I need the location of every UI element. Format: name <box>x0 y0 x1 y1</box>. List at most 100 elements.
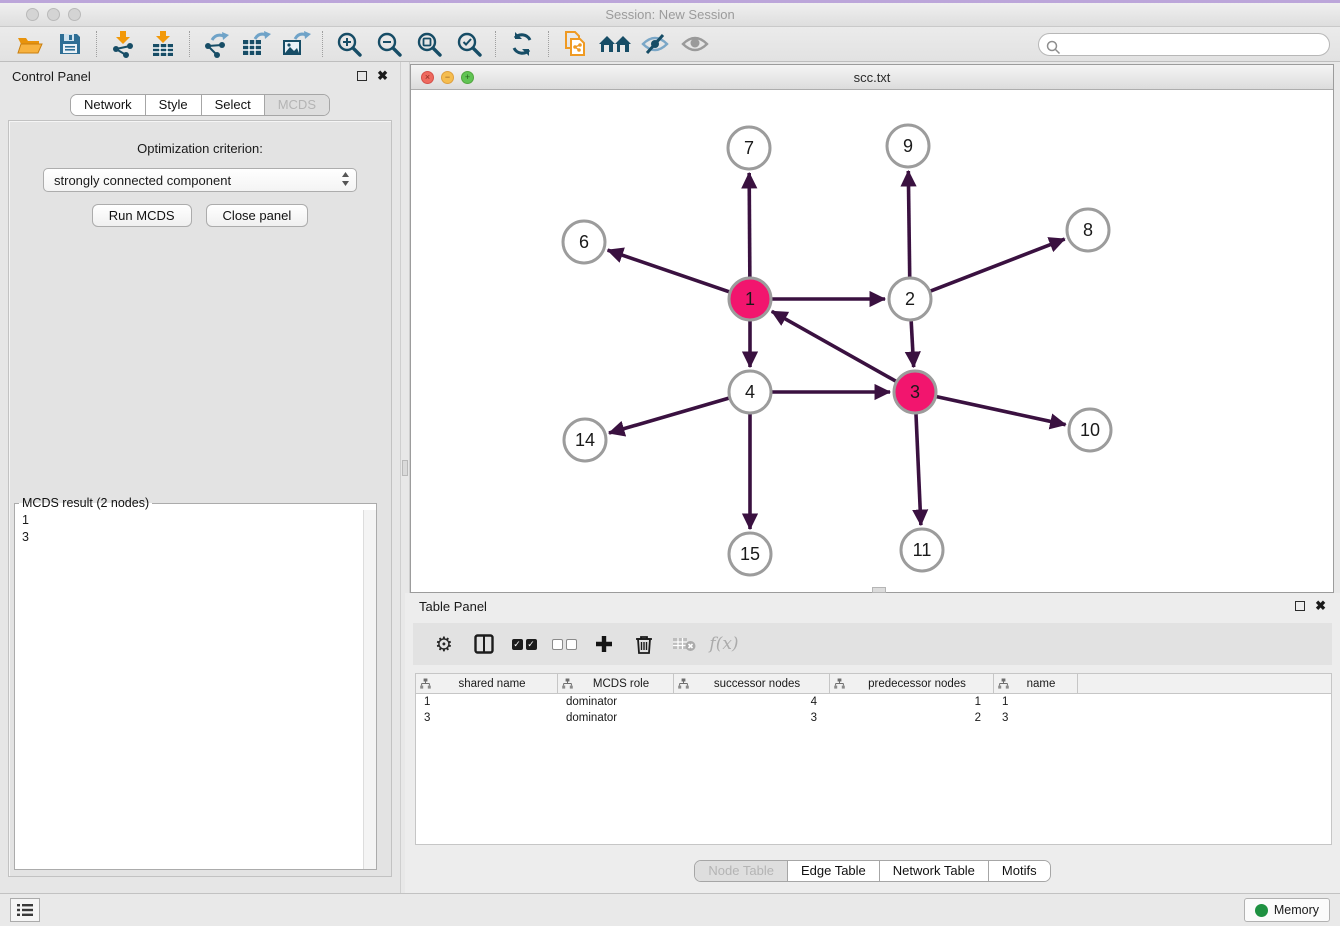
toolbar-separator <box>96 31 97 57</box>
copy-network-button[interactable] <box>555 29 595 59</box>
cell-predecessor-nodes[interactable]: 2 <box>830 712 994 724</box>
close-window-button[interactable] <box>26 8 39 21</box>
show-all-button[interactable] <box>675 29 715 59</box>
export-table-icon <box>241 30 271 58</box>
tab-mcds[interactable]: MCDS <box>264 95 329 115</box>
network-canvas[interactable]: 7968124314101511 <box>411 91 1333 592</box>
settings-gear-button[interactable]: ⚙ <box>429 630 459 658</box>
memory-button[interactable]: Memory <box>1244 898 1330 922</box>
export-image-button[interactable] <box>276 29 316 59</box>
hide-selected-button[interactable] <box>635 29 675 59</box>
node-label-2: 2 <box>905 289 915 309</box>
close-panel-button[interactable]: Close panel <box>206 204 309 227</box>
memory-label: Memory <box>1274 903 1319 917</box>
column-header-successor-nodes[interactable]: successor nodes <box>674 674 830 693</box>
table-row[interactable]: 3dominator323 <box>416 710 1331 726</box>
export-table-button[interactable] <box>236 29 276 59</box>
edge-1-6[interactable] <box>608 250 730 292</box>
edge-1-7[interactable] <box>749 173 750 277</box>
select-all-button[interactable]: ✓✓ <box>509 630 539 658</box>
save-session-button[interactable] <box>50 29 90 59</box>
toolbar-separator <box>495 31 496 57</box>
minimize-window-button[interactable] <box>47 8 60 21</box>
tab-edge-table[interactable]: Edge Table <box>787 861 879 881</box>
zoom-out-button[interactable] <box>369 29 409 59</box>
node-table[interactable]: shared nameMCDS rolesuccessor nodesprede… <box>415 673 1332 845</box>
toolbar-separator <box>322 31 323 57</box>
tab-motifs[interactable]: Motifs <box>988 861 1050 881</box>
attribute-type-icon <box>420 678 431 689</box>
maximize-window-button[interactable] <box>68 8 81 21</box>
first-neighbors-button[interactable] <box>595 29 635 59</box>
network-graph[interactable]: 7968124314101511 <box>411 91 1333 592</box>
export-network-button[interactable] <box>196 29 236 59</box>
result-scrollbar[interactable] <box>363 510 376 869</box>
gear-icon: ⚙ <box>435 634 453 654</box>
refresh-button[interactable] <box>502 29 542 59</box>
cell-shared-name[interactable]: 3 <box>416 712 558 724</box>
float-panel-icon[interactable] <box>357 71 367 81</box>
node-label-3: 3 <box>910 382 920 402</box>
zoom-selected-button[interactable] <box>449 29 489 59</box>
edge-3-1[interactable] <box>772 311 896 381</box>
edge-4-14[interactable] <box>609 398 729 433</box>
cell-successor-nodes[interactable]: 4 <box>674 696 830 708</box>
column-header-predecessor-nodes[interactable]: predecessor nodes <box>830 674 994 693</box>
edge-3-11[interactable] <box>916 414 921 525</box>
zoom-fit-button[interactable] <box>409 29 449 59</box>
close-panel-icon[interactable]: ✖ <box>1315 601 1326 611</box>
deselect-all-button[interactable] <box>549 630 579 658</box>
column-layout-icon <box>474 634 494 654</box>
node-label-15: 15 <box>740 544 760 564</box>
tab-node-table[interactable]: Node Table <box>695 861 787 881</box>
edge-2-8[interactable] <box>931 239 1065 291</box>
cell-successor-nodes[interactable]: 3 <box>674 712 830 724</box>
column-layout-button[interactable] <box>469 630 499 658</box>
cell-MCDS-role[interactable]: dominator <box>558 696 674 708</box>
delete-table-button[interactable] <box>669 630 699 658</box>
float-panel-icon[interactable] <box>1295 601 1305 611</box>
node-label-8: 8 <box>1083 220 1093 240</box>
tab-select[interactable]: Select <box>201 95 264 115</box>
close-panel-icon[interactable]: ✖ <box>377 71 388 81</box>
network-window-titlebar[interactable]: × − + scc.txt <box>411 65 1333 90</box>
cell-shared-name[interactable]: 1 <box>416 696 558 708</box>
cell-predecessor-nodes[interactable]: 1 <box>830 696 994 708</box>
app-titlebar: Session: New Session <box>0 3 1340 27</box>
eye-icon <box>681 34 709 54</box>
column-header-name[interactable]: name <box>994 674 1078 693</box>
delete-column-button[interactable] <box>629 630 659 658</box>
window-controls <box>26 8 81 21</box>
task-history-button[interactable] <box>10 898 40 922</box>
open-session-button[interactable] <box>10 29 50 59</box>
control-panel-header: Control Panel ✖ <box>0 62 400 90</box>
table-row[interactable]: 1dominator411 <box>416 694 1331 710</box>
import-table-button[interactable] <box>143 29 183 59</box>
run-mcds-button[interactable]: Run MCDS <box>92 204 192 227</box>
function-builder-button[interactable]: f(x) <box>709 630 739 658</box>
cell-name[interactable]: 1 <box>994 696 1078 708</box>
attribute-type-icon <box>998 678 1009 689</box>
edge-2-9[interactable] <box>908 171 909 277</box>
edge-2-3[interactable] <box>911 321 913 367</box>
edge-3-10[interactable] <box>936 397 1065 425</box>
tab-network-table[interactable]: Network Table <box>879 861 988 881</box>
splitter-handle[interactable] <box>402 460 408 476</box>
control-panel-tabs: NetworkStyleSelectMCDS <box>0 94 400 116</box>
criterion-dropdown[interactable]: strongly connected component <box>43 168 357 192</box>
column-header-MCDS-role[interactable]: MCDS role <box>558 674 674 693</box>
tab-network[interactable]: Network <box>71 95 145 115</box>
column-header-shared-name[interactable]: shared name <box>416 674 558 693</box>
copy-network-icon <box>562 30 588 58</box>
node-label-4: 4 <box>745 382 755 402</box>
cell-MCDS-role[interactable]: dominator <box>558 712 674 724</box>
memory-status-icon <box>1255 904 1268 917</box>
cell-name[interactable]: 3 <box>994 712 1078 724</box>
status-bar: Memory <box>0 893 1340 926</box>
import-network-button[interactable] <box>103 29 143 59</box>
zoom-in-button[interactable] <box>329 29 369 59</box>
save-floppy-icon <box>58 32 82 56</box>
search-input[interactable] <box>1038 33 1330 56</box>
add-column-button[interactable] <box>589 630 619 658</box>
tab-style[interactable]: Style <box>145 95 201 115</box>
